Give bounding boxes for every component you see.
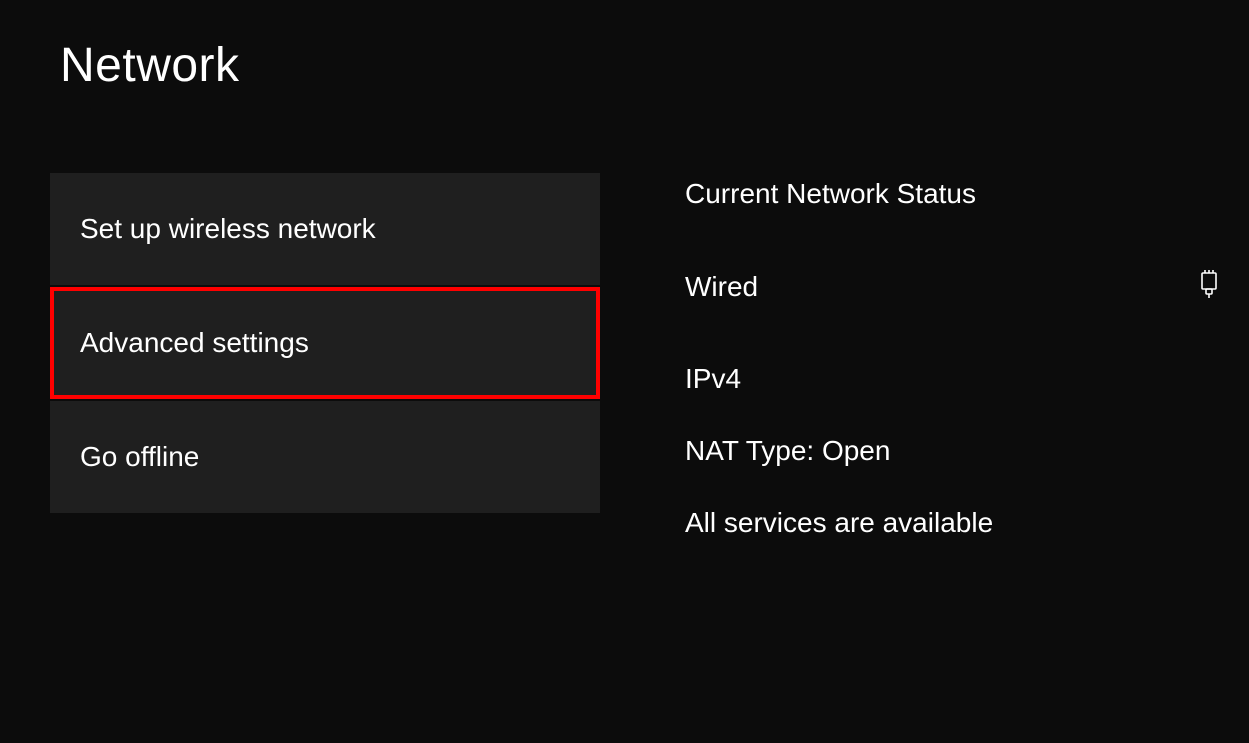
status-heading: Current Network Status (685, 178, 1249, 210)
connection-type-row: Wired (685, 270, 1249, 303)
page-title: Network (0, 0, 1249, 93)
status-column: Current Network Status Wired IPv4 NAT Ty… (600, 173, 1249, 579)
menu-item-advanced-settings[interactable]: Advanced settings (50, 287, 600, 399)
menu-item-label: Set up wireless network (80, 213, 376, 244)
nat-type-label: NAT Type: Open (685, 435, 1249, 467)
content-area: Set up wireless network Advanced setting… (0, 93, 1249, 579)
menu-column: Set up wireless network Advanced setting… (50, 173, 600, 579)
menu-item-setup-wireless[interactable]: Set up wireless network (50, 173, 600, 285)
services-status-label: All services are available (685, 507, 1249, 539)
menu-item-label: Advanced settings (80, 327, 309, 358)
connection-type-label: Wired (685, 271, 758, 303)
menu-item-label: Go offline (80, 441, 199, 472)
menu-item-go-offline[interactable]: Go offline (50, 401, 600, 513)
ipv4-label: IPv4 (685, 363, 1249, 395)
ethernet-plug-icon (1199, 270, 1219, 303)
